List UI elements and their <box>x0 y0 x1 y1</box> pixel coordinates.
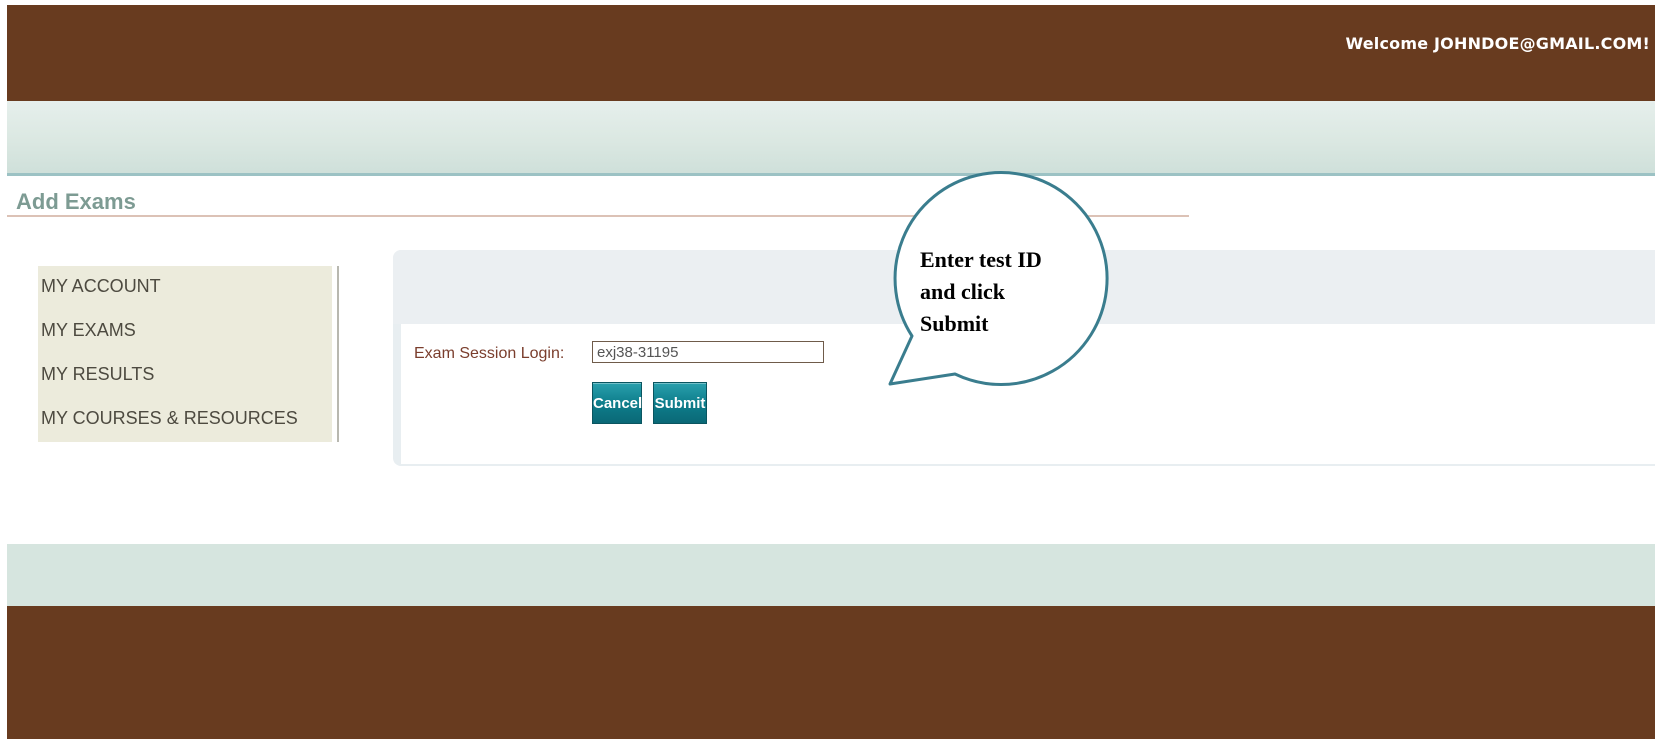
nav-band-divider <box>7 173 1655 176</box>
submit-button[interactable]: Submit <box>653 382 707 424</box>
sidebar-item-my-account[interactable]: MY ACCOUNT <box>41 276 161 297</box>
sidebar-divider <box>337 266 339 442</box>
exam-session-input[interactable] <box>592 341 824 363</box>
bottom-footer <box>7 606 1655 739</box>
top-header: Welcome JOHNDOE@GMAIL.COM! <box>7 5 1655 101</box>
sidebar-item-my-courses-resources[interactable]: MY COURSES & RESOURCES <box>41 408 298 429</box>
sidebar-item-my-results[interactable]: MY RESULTS <box>41 364 154 385</box>
page-frame: Welcome JOHNDOE@GMAIL.COM! Add Exams MY … <box>0 0 1655 739</box>
welcome-message: Welcome JOHNDOE@GMAIL.COM! <box>1345 34 1650 53</box>
nav-band <box>7 101 1655 173</box>
page-title: Add Exams <box>16 189 136 214</box>
footer-band <box>7 544 1655 606</box>
exam-session-label: Exam Session Login: <box>414 345 565 362</box>
sidebar-item-my-exams[interactable]: MY EXAMS <box>41 320 136 341</box>
cancel-button[interactable]: Cancel <box>592 382 642 424</box>
callout-text: Enter test ID and click Submit <box>920 247 1042 336</box>
